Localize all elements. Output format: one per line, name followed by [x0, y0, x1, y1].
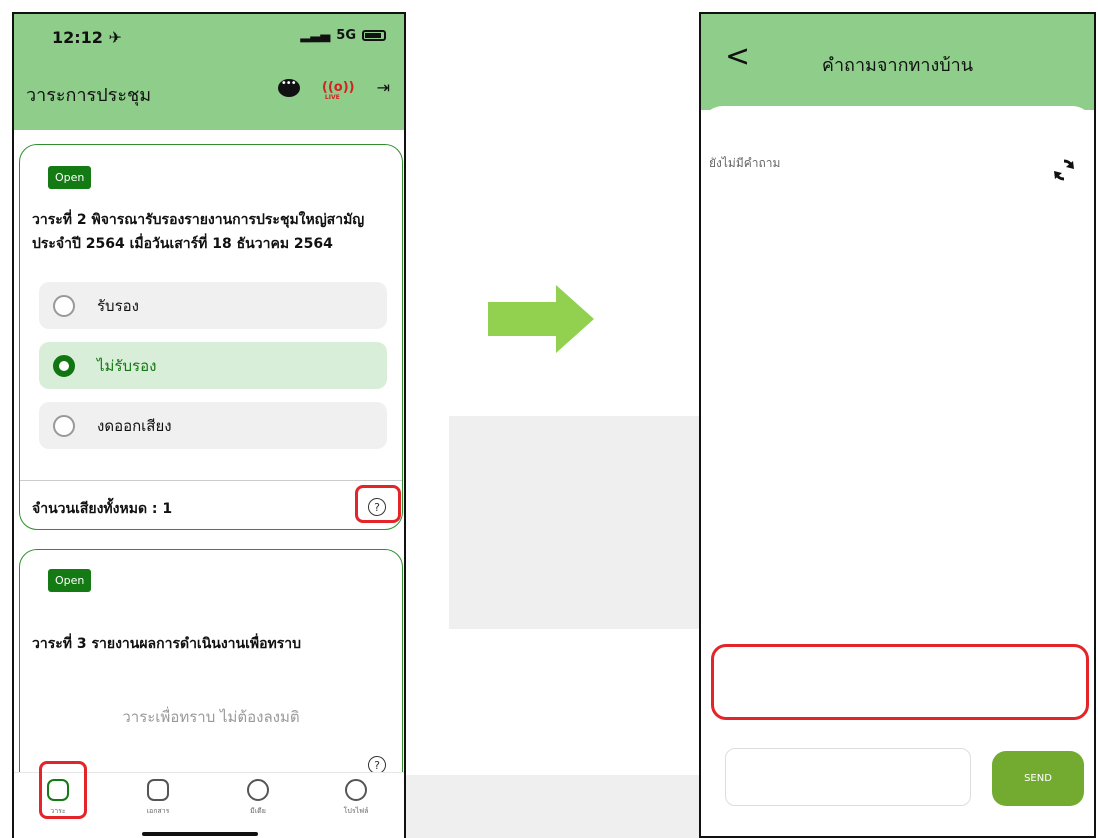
agenda-info-note: วาระเพื่อทราบ ไม่ต้องลงมติ [122, 708, 300, 726]
radio-button[interactable] [53, 414, 75, 437]
option-label: รับรอง [97, 296, 139, 315]
status-indicators: ▂▃▄ 5G [300, 28, 386, 43]
question-input[interactable] [725, 748, 971, 806]
agenda-card: Open วาระที่ 2 พิจารณารับรองรายงานการประ… [19, 144, 403, 530]
divider [20, 480, 402, 481]
page-title: วาระการประชุม [26, 85, 152, 106]
send-button[interactable]: SEND [992, 751, 1084, 806]
refresh-icon[interactable] [1052, 158, 1076, 182]
vote-option-approve[interactable]: รับรอง [39, 282, 387, 329]
chat-icon[interactable] [277, 78, 300, 97]
questions-panel: ยังไม่มีคำถาม [701, 106, 1094, 836]
status-badge: Open [48, 569, 92, 592]
status-badge: Open [48, 166, 92, 189]
vote-option-abstain[interactable]: งดออกเสียง [39, 402, 387, 449]
background-panel [406, 775, 699, 838]
logout-icon[interactable]: ⇥ [377, 78, 390, 97]
live-broadcast-icon[interactable]: ((o)) LIVE [322, 80, 355, 101]
agenda-title: วาระที่ 2 พิจารณารับรองรายงานการประชุมให… [32, 212, 365, 252]
empty-state-text: ยังไม่มีคำถาม [709, 156, 781, 170]
highlight-box-help [355, 485, 401, 523]
option-label: งดออกเสียง [97, 416, 172, 435]
app-header: 12:12 ✈ ▂▃▄ 5G วาระการประชุม ((o))LIVE ⇥ [14, 14, 404, 130]
vote-total: จำนวนเสียงทั้งหมด : 1 [32, 501, 173, 517]
bottom-tab-bar: วาระ เอกสาร มีเดีย โปรไฟล์ [14, 761, 404, 838]
status-time: 12:12 ✈ [52, 28, 122, 47]
background-panel [449, 416, 699, 629]
radio-button-selected[interactable] [53, 354, 75, 377]
tab-label: มีเดีย [250, 807, 266, 815]
tab-media[interactable]: มีเดีย [234, 779, 282, 817]
document-icon [147, 779, 169, 801]
agenda-title: วาระที่ 3 รายงานผลการดำเนินงานเพื่อทราบ [32, 636, 302, 652]
tab-documents[interactable]: เอกสาร [134, 779, 182, 817]
header-actions: ((o))LIVE ⇥ [277, 78, 390, 101]
vote-option-disapprove[interactable]: ไม่รับรอง [39, 342, 387, 389]
profile-icon [345, 779, 367, 801]
tab-label: เอกสาร [146, 807, 170, 815]
highlight-box-agenda-tab [39, 761, 87, 819]
tab-label: โปรไฟล์ [343, 807, 369, 815]
tab-profile[interactable]: โปรไฟล์ [332, 779, 380, 817]
questions-phone-screen: < คำถามจากทางบ้าน ยังไม่มีคำถาม SEND [699, 12, 1096, 838]
option-label: ไม่รับรอง [97, 356, 157, 375]
highlight-box-composer [711, 644, 1089, 720]
screenshot-stage: 12:12 ✈ ▂▃▄ 5G วาระการประชุม ((o))LIVE ⇥… [0, 0, 1098, 838]
page-title: คำถามจากทางบ้าน [821, 55, 974, 76]
questions-header: < คำถามจากทางบ้าน [701, 14, 1094, 110]
media-play-icon [247, 779, 269, 801]
agenda-phone-screen: 12:12 ✈ ▂▃▄ 5G วาระการประชุม ((o))LIVE ⇥… [12, 12, 406, 838]
signal-icon: ▂▃▄ [300, 28, 331, 43]
flow-arrow-icon [488, 285, 594, 353]
home-indicator [142, 832, 258, 836]
network-label: 5G [336, 28, 356, 43]
battery-icon [362, 30, 386, 41]
radio-button[interactable] [53, 294, 75, 317]
